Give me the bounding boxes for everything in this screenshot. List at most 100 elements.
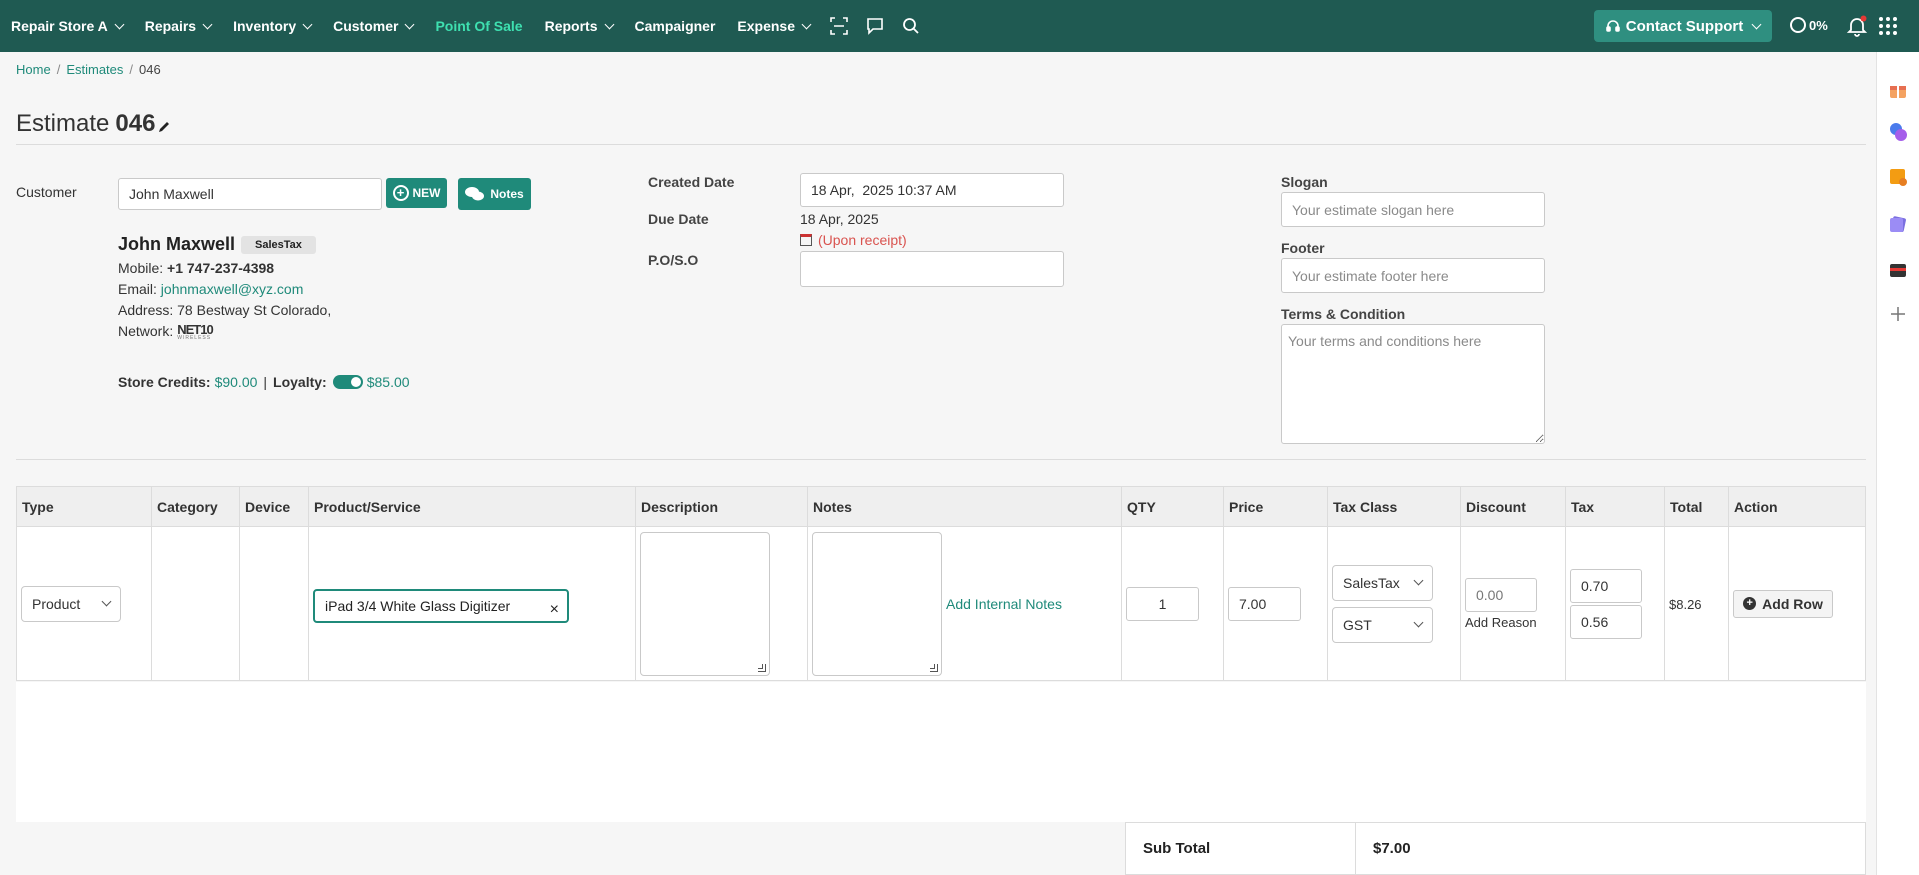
apps-grid-icon[interactable]: [1876, 14, 1900, 38]
upon-receipt-text: (Upon receipt): [818, 232, 907, 248]
page-title-label: Estimate: [16, 110, 110, 137]
add-reason-link[interactable]: Add Reason: [1465, 615, 1561, 630]
nav-label: Point Of Sale: [435, 18, 523, 34]
qty-value: 1: [1158, 595, 1167, 612]
due-date-label: Due Date: [648, 211, 709, 227]
chat-icon[interactable]: [857, 0, 893, 52]
mobile-value: +1 747-237-4398: [167, 260, 275, 276]
nav-customer[interactable]: Customer: [322, 0, 424, 52]
cards-icon[interactable]: [1888, 214, 1908, 234]
due-date-value[interactable]: 18 Apr, 2025: [800, 211, 879, 227]
chevron-down-icon: [1413, 575, 1424, 586]
nav-expense[interactable]: Expense: [726, 0, 821, 52]
col-category: Category: [151, 486, 240, 527]
progress-ring-icon: [1790, 17, 1806, 33]
nav-label: Expense: [737, 18, 796, 34]
description-textarea[interactable]: [640, 531, 770, 676]
customer-notes-button[interactable]: Notes: [458, 178, 531, 210]
discount-cell: 0.00 Add Reason: [1460, 526, 1566, 681]
product-value: iPad 3/4 White Glass Digitizer: [325, 597, 511, 614]
chevron-down-icon: [114, 19, 125, 29]
email-link[interactable]: johnmaxwell@xyz.com: [161, 281, 304, 297]
footer-label: Footer: [1281, 240, 1325, 256]
nav-point-of-sale[interactable]: Point Of Sale: [424, 0, 533, 52]
slogan-label: Slogan: [1281, 174, 1328, 190]
divider: [16, 459, 1866, 460]
breadcrumb-separator: /: [56, 62, 61, 77]
loyalty-toggle[interactable]: [332, 375, 363, 389]
breadcrumb-estimates[interactable]: Estimates: [66, 62, 123, 77]
scan-icon[interactable]: [821, 0, 857, 52]
customer-mobile: Mobile: +1 747-237-4398: [118, 260, 274, 276]
wallet-icon[interactable]: [1888, 260, 1908, 280]
contact-support-button[interactable]: Contact Support: [1594, 10, 1772, 42]
col-description: Description: [635, 486, 808, 527]
progress-label: 0%: [1809, 17, 1828, 33]
col-type: Type: [16, 486, 152, 527]
product-input[interactable]: iPad 3/4 White Glass Digitizer ×: [313, 588, 569, 623]
tax-input-1[interactable]: 0.70: [1570, 568, 1642, 603]
qty-input[interactable]: 1: [1126, 586, 1199, 621]
slogan-input[interactable]: [1281, 192, 1545, 227]
price-input[interactable]: 7.00: [1228, 586, 1301, 621]
net10-logo: NET10 WIRELESS: [177, 322, 213, 341]
clear-icon[interactable]: ×: [550, 601, 559, 619]
table-header-row: Type Category Device Product/Service Des…: [16, 486, 1866, 527]
nav-inventory[interactable]: Inventory: [222, 0, 322, 52]
breadcrumb-home[interactable]: Home: [16, 62, 51, 77]
created-date-input[interactable]: [800, 173, 1064, 207]
headset-icon: [1605, 20, 1620, 32]
terms-textarea[interactable]: [1281, 324, 1545, 444]
loyalty-label: Loyalty:: [273, 374, 327, 390]
nav-store-selector[interactable]: Repair Store A: [0, 0, 134, 52]
pencil-icon[interactable]: [157, 120, 171, 134]
subtotal-value: $7.00: [1373, 840, 1411, 857]
add-internal-notes-link[interactable]: Add Internal Notes: [946, 596, 1062, 612]
type-select[interactable]: Product: [21, 585, 121, 622]
nav-reports[interactable]: Reports: [534, 0, 624, 52]
po-so-label: P.O/S.O: [648, 252, 699, 268]
breadcrumb: Home / Estimates / 046: [16, 62, 161, 77]
price-cell: 7.00: [1223, 526, 1328, 681]
po-so-input[interactable]: [800, 251, 1064, 287]
plus-circle-icon: +: [1743, 597, 1757, 610]
discount-value: 0.00: [1476, 586, 1504, 603]
add-row-button[interactable]: + Add Row: [1733, 589, 1833, 618]
nav-label: Repair Store A: [11, 18, 108, 34]
product-cell: iPad 3/4 White Glass Digitizer ×: [308, 526, 636, 681]
tax-class-select-1[interactable]: SalesTax: [1332, 564, 1433, 601]
contact-support-label: Contact Support: [1625, 17, 1744, 35]
bell-icon[interactable]: [1845, 14, 1869, 38]
sticky-note-icon[interactable]: [1888, 167, 1908, 187]
col-device: Device: [239, 486, 309, 527]
discount-input[interactable]: 0.00: [1465, 577, 1537, 612]
customer-network: Network: NET10 WIRELESS: [118, 322, 214, 341]
nav-repairs[interactable]: Repairs: [134, 0, 222, 52]
chevron-down-icon: [405, 19, 415, 29]
nav-label: Reports: [544, 18, 598, 34]
new-customer-button[interactable]: + NEW: [386, 178, 447, 208]
customer-name-text: John Maxwell: [118, 234, 236, 254]
type-value: Product: [32, 595, 81, 612]
customer-email: Email: johnmaxwell@xyz.com: [118, 281, 303, 297]
chevron-down-icon: [1751, 19, 1762, 29]
nav-campaigner[interactable]: Campaigner: [624, 0, 727, 52]
nav-label: Campaigner: [634, 18, 716, 34]
plus-icon[interactable]: [1888, 304, 1908, 324]
tax-class-select-2[interactable]: GST: [1332, 606, 1433, 643]
resize-grip-icon: [930, 663, 938, 672]
footer-input[interactable]: [1281, 258, 1545, 293]
search-icon[interactable]: [893, 0, 929, 52]
notes-textarea[interactable]: [812, 531, 942, 676]
col-discount: Discount: [1460, 486, 1566, 527]
gift-icon[interactable]: [1888, 80, 1908, 100]
plus-circle-icon: +: [392, 185, 409, 201]
email-label: Email:: [118, 281, 157, 297]
customer-input[interactable]: [118, 178, 382, 210]
tax-class-cell: SalesTax GST: [1327, 526, 1461, 681]
address-label: Address:: [118, 302, 174, 318]
tax-input-2[interactable]: 0.56: [1570, 604, 1642, 639]
credits-separator: |: [263, 374, 268, 390]
progress-indicator[interactable]: 0%: [1790, 17, 1828, 33]
chat-bubbles-icon[interactable]: [1888, 122, 1908, 142]
